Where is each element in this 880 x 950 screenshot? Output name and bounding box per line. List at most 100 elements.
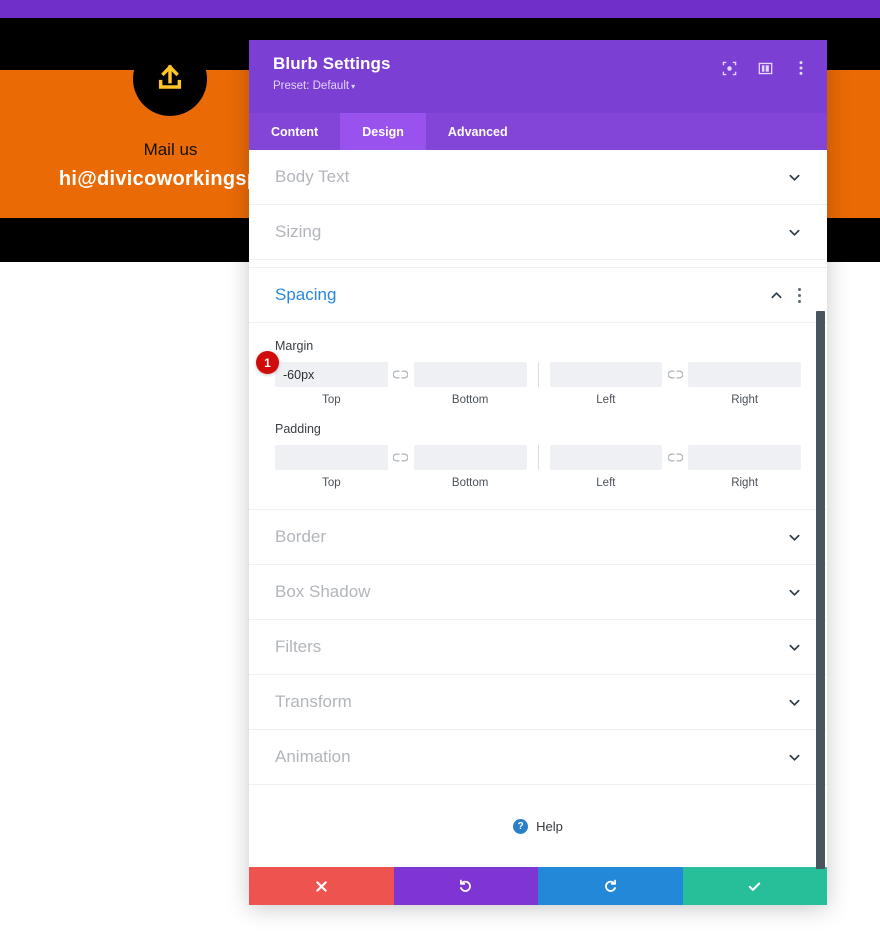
padding-bottom-caption: Bottom xyxy=(451,477,489,489)
site-top-bar xyxy=(0,0,880,18)
tab-content[interactable]: Content xyxy=(249,113,340,150)
margin-bottom-wrap: Bottom xyxy=(413,362,527,406)
section-toggle-animation[interactable]: Animation xyxy=(249,730,827,785)
section-label: Transform xyxy=(275,692,352,711)
field-divider xyxy=(537,445,539,470)
toggle-controls xyxy=(788,751,801,764)
modal-header: Blurb Settings Preset: Default ▾ xyxy=(249,40,827,113)
padding-bottom-wrap: Bottom xyxy=(413,445,527,489)
chevron-down-icon[interactable] xyxy=(788,171,801,184)
margin-left-input[interactable] xyxy=(549,362,663,387)
preset-selector[interactable]: Preset: Default ▾ xyxy=(273,80,803,92)
help-link[interactable]: ? Help xyxy=(249,785,827,867)
section-label: Spacing xyxy=(275,285,337,304)
broken-link-icon[interactable] xyxy=(664,445,686,470)
x-icon xyxy=(315,880,328,893)
question-mark-icon: ? xyxy=(513,818,529,834)
padding-right-wrap: Right xyxy=(688,445,801,489)
close-button[interactable] xyxy=(249,867,394,905)
margin-field-group: Top Bottom xyxy=(275,362,801,406)
padding-label: Padding xyxy=(275,422,321,436)
section-toggle-filters[interactable]: Filters xyxy=(249,620,827,675)
layout-icon[interactable] xyxy=(757,60,773,76)
margin-bottom-caption: Bottom xyxy=(451,394,489,406)
spacing-panel: Margin Top xyxy=(249,323,827,510)
margin-label: Margin xyxy=(275,339,314,353)
upload-icon-circle xyxy=(133,42,207,116)
margin-top-wrap: Top xyxy=(275,362,388,406)
section-toggle-spacing[interactable]: Spacing xyxy=(249,268,827,323)
tab-design[interactable]: Design xyxy=(340,113,426,150)
chevron-down-icon[interactable] xyxy=(788,586,801,599)
padding-right-input[interactable] xyxy=(688,445,801,470)
broken-link-icon[interactable] xyxy=(664,362,686,387)
undo-button[interactable] xyxy=(393,867,538,905)
undo-icon xyxy=(458,879,473,894)
blurb-settings-modal: Blurb Settings Preset: Default ▾ Content… xyxy=(249,40,827,905)
section-label: Box Shadow xyxy=(275,582,371,601)
section-toggle-sizing[interactable]: Sizing xyxy=(249,205,827,260)
broken-link-icon[interactable] xyxy=(390,445,412,470)
section-toggle-transform[interactable]: Transform xyxy=(249,675,827,730)
chevron-down-icon[interactable] xyxy=(788,226,801,239)
section-label: Border xyxy=(275,527,327,546)
upload-icon xyxy=(154,63,186,95)
margin-left-caption: Left xyxy=(596,394,616,406)
modal-footer xyxy=(249,867,827,905)
more-options-icon[interactable] xyxy=(793,60,809,76)
padding-left-right: Left Right xyxy=(549,445,801,489)
toggle-controls xyxy=(788,531,801,544)
margin-top-input[interactable] xyxy=(275,362,388,387)
margin-right-wrap: Right xyxy=(688,362,801,406)
section-options-icon[interactable] xyxy=(797,287,801,303)
toggle-controls xyxy=(788,586,801,599)
margin-left-wrap: Left xyxy=(549,362,663,406)
save-button[interactable] xyxy=(682,867,827,905)
modal-tabs: Content Design Advanced xyxy=(249,113,827,150)
margin-top-caption: Top xyxy=(322,394,341,406)
chevron-down-icon[interactable] xyxy=(788,641,801,654)
chevron-down-icon[interactable] xyxy=(788,696,801,709)
margin-bottom-input[interactable] xyxy=(413,362,527,387)
modal-scrollbar[interactable] xyxy=(816,311,825,869)
toggle-controls xyxy=(770,287,801,303)
section-toggle-border[interactable]: Border xyxy=(249,510,827,565)
redo-icon xyxy=(603,879,618,894)
chevron-down-icon[interactable] xyxy=(788,751,801,764)
toggle-controls xyxy=(788,641,801,654)
toggle-controls xyxy=(788,171,801,184)
toggle-controls xyxy=(788,696,801,709)
broken-link-icon[interactable] xyxy=(390,362,412,387)
padding-field-group: Top Bottom Left Right xyxy=(275,445,801,489)
section-label: Filters xyxy=(275,637,322,656)
focus-icon[interactable] xyxy=(721,60,737,76)
margin-right-caption: Right xyxy=(731,394,759,406)
redo-button[interactable] xyxy=(538,867,683,905)
annotation-badge-1: 1 xyxy=(256,351,279,374)
padding-top-bottom: Top Bottom xyxy=(275,445,527,489)
margin-right-input[interactable] xyxy=(688,362,801,387)
section-toggle-box-shadow[interactable]: Box Shadow xyxy=(249,565,827,620)
modal-body: Body Text Sizing Spacing Margin -60px To… xyxy=(249,150,827,867)
page-root: Mail us hi@divicoworkingspac Blurb Setti… xyxy=(0,0,880,950)
field-divider xyxy=(537,362,539,387)
chevron-up-icon[interactable] xyxy=(770,289,783,302)
padding-top-wrap: Top xyxy=(275,445,388,489)
section-divider xyxy=(249,260,827,268)
section-label: Body Text xyxy=(275,167,350,186)
section-toggle-body-text[interactable]: Body Text xyxy=(249,150,827,205)
toggle-controls xyxy=(788,226,801,239)
padding-right-caption: Right xyxy=(731,477,759,489)
padding-left-caption: Left xyxy=(596,477,616,489)
padding-top-input[interactable] xyxy=(275,445,388,470)
help-label: Help xyxy=(536,818,563,834)
margin-top-bottom: Top Bottom xyxy=(275,362,527,406)
padding-left-input[interactable] xyxy=(549,445,663,470)
preset-label: Preset: Default xyxy=(273,80,350,92)
padding-left-wrap: Left xyxy=(549,445,663,489)
chevron-down-icon[interactable] xyxy=(788,531,801,544)
padding-top-caption: Top xyxy=(322,477,341,489)
padding-bottom-input[interactable] xyxy=(413,445,527,470)
tab-advanced[interactable]: Advanced xyxy=(426,113,530,150)
